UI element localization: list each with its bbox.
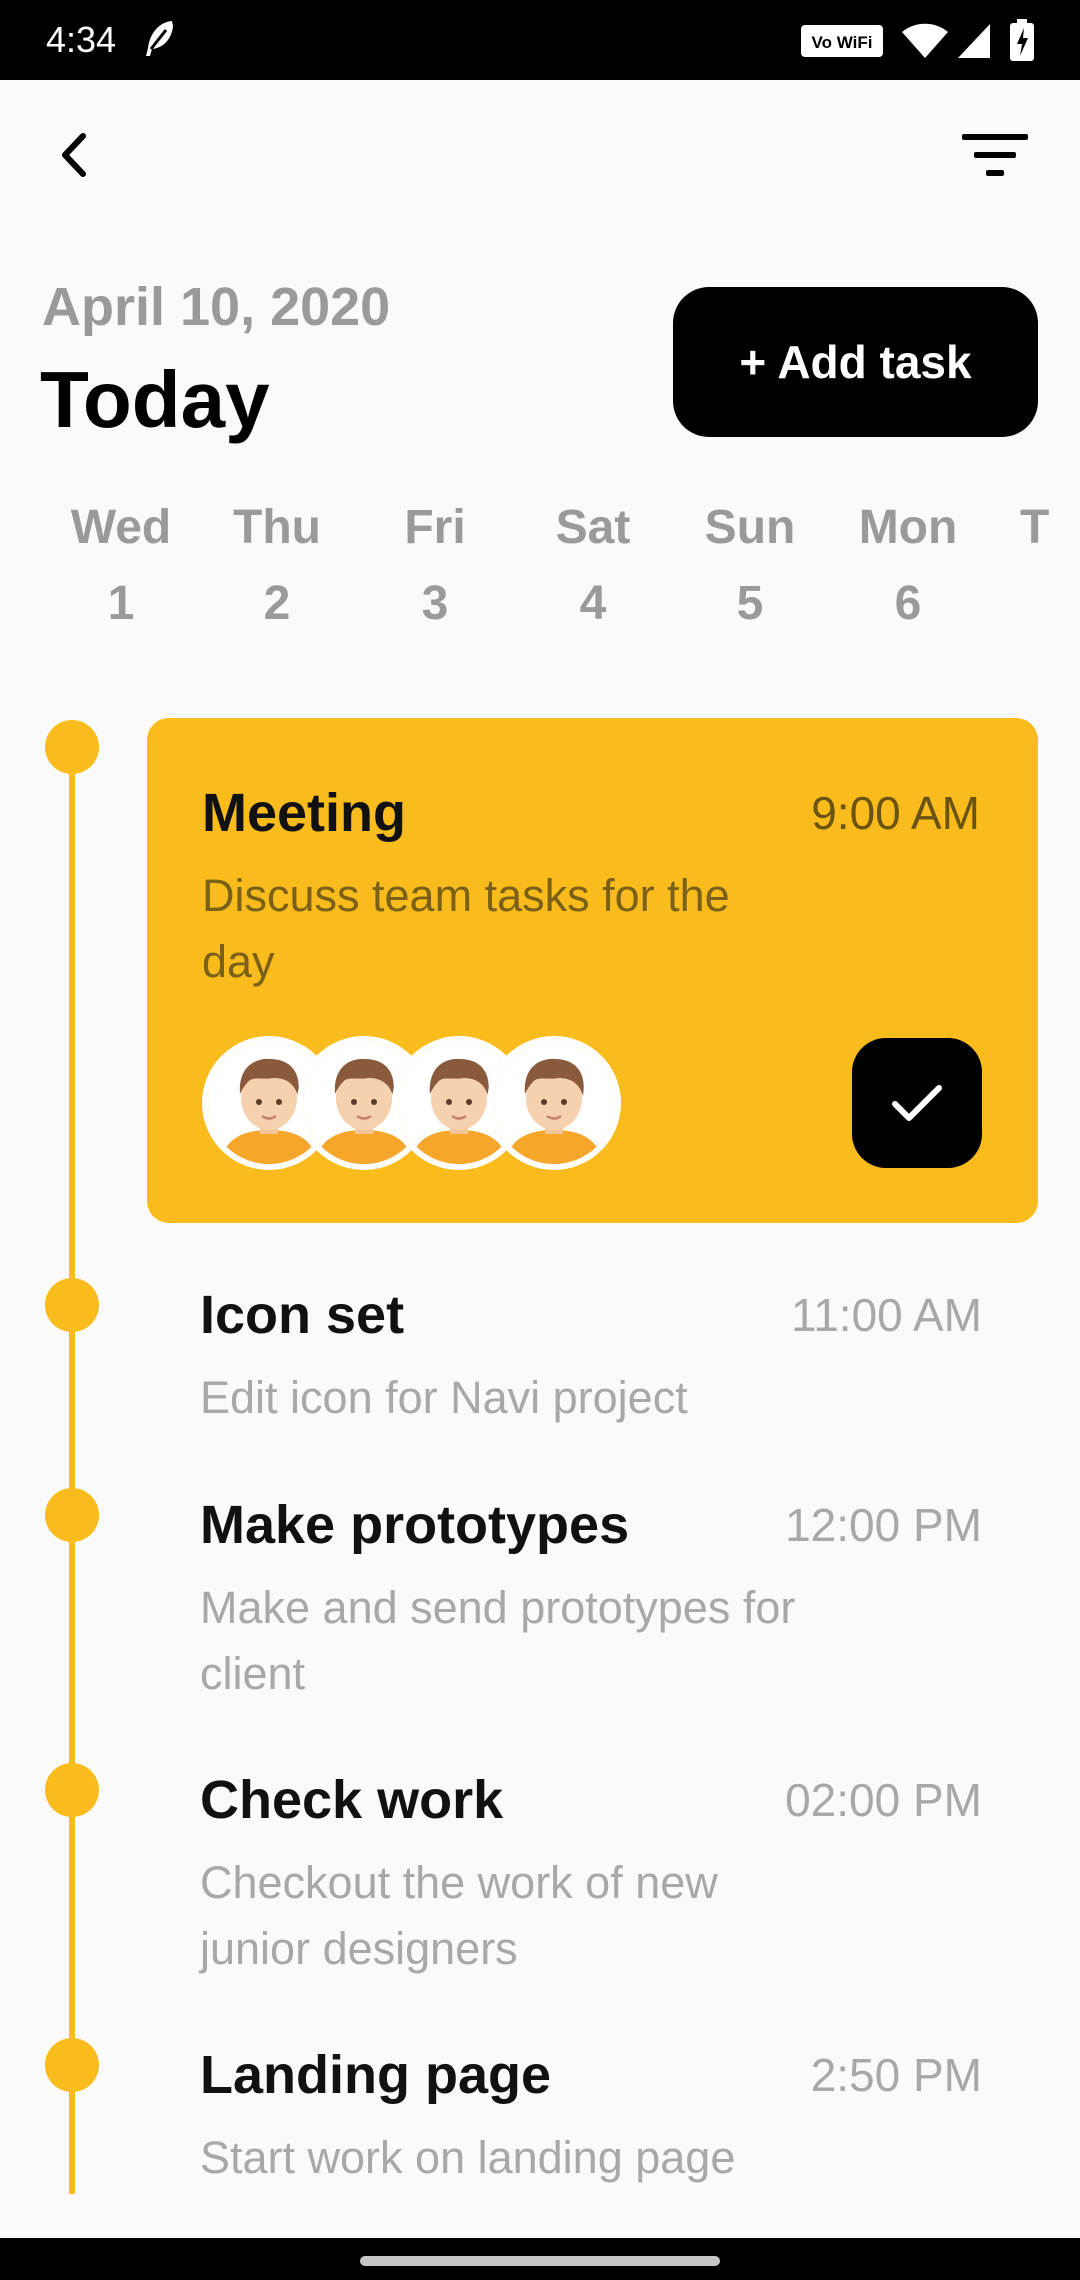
check-icon xyxy=(892,1085,942,1121)
task-title: Meeting xyxy=(202,783,407,843)
day-sat[interactable]: Sat 4 xyxy=(523,490,663,630)
day-number: 5 xyxy=(736,577,764,630)
day-selector: Wed 1 Thu 2 Fri 3 Sat 4 Sun 5 Mon 6 T xyxy=(0,490,1080,630)
back-button[interactable] xyxy=(40,120,110,190)
day-name: Wed xyxy=(70,501,172,554)
task-time: 11:00 AM xyxy=(791,1289,982,1341)
task-item-make-prototypes[interactable]: Make prototypes 12:00 PM Make and send p… xyxy=(200,1492,990,1722)
task-time: 02:00 PM xyxy=(785,1774,982,1826)
task-description: Make and send prototypes for client xyxy=(200,1582,796,1699)
task-title: Check work xyxy=(200,1770,504,1830)
day-wed[interactable]: Wed 1 xyxy=(51,490,191,630)
day-number: 4 xyxy=(579,577,607,630)
filter-icon xyxy=(962,134,1028,176)
task-title: Make prototypes xyxy=(200,1495,630,1555)
day-sun[interactable]: Sun 5 xyxy=(680,490,820,630)
home-gesture-handle[interactable] xyxy=(360,2256,720,2266)
status-bar: 4:34 Vo WiFi xyxy=(0,0,1080,80)
day-tue[interactable]: T xyxy=(1020,490,1080,566)
signal-icon xyxy=(956,22,992,65)
day-thu[interactable]: Thu 2 xyxy=(207,490,347,630)
system-nav-bar xyxy=(0,2238,1080,2280)
mark-done-button[interactable] xyxy=(852,1038,982,1168)
avatar xyxy=(487,1036,621,1170)
timeline-dot xyxy=(45,1278,99,1332)
current-date: April 10, 2020 xyxy=(42,277,391,337)
day-name: Sat xyxy=(555,501,631,554)
timeline-dot xyxy=(45,2038,99,2092)
status-time: 4:34 xyxy=(46,19,117,60)
task-card-meeting[interactable]: Meeting 9:00 AM Discuss team tasks for t… xyxy=(147,718,1038,1223)
task-item-landing-page[interactable]: Landing page 2:50 PM Start work on landi… xyxy=(200,2042,990,2202)
timeline-line xyxy=(69,722,75,2194)
day-name: T xyxy=(1020,501,1050,554)
attendee-avatars xyxy=(202,1036,632,1170)
day-name: Sun xyxy=(704,501,796,554)
task-title: Landing page xyxy=(200,2045,551,2105)
task-item-icon-set[interactable]: Icon set 11:00 AM Edit icon for Navi pro… xyxy=(200,1282,990,1432)
day-name: Thu xyxy=(233,501,321,554)
filter-button[interactable] xyxy=(955,120,1035,190)
day-name: Fri xyxy=(404,501,466,554)
timeline-dot xyxy=(45,1763,99,1817)
task-title: Icon set xyxy=(200,1285,405,1345)
task-item-check-work[interactable]: Check work 02:00 PM Checkout the work of… xyxy=(200,1767,990,1997)
timeline-dot xyxy=(45,1488,99,1542)
feather-icon xyxy=(142,18,178,63)
vowifi-badge-text: Vo WiFi xyxy=(812,33,873,52)
task-description: Start work on landing page xyxy=(200,2132,736,2183)
day-number: 6 xyxy=(894,577,922,630)
task-time: 12:00 PM xyxy=(785,1499,982,1551)
task-time: 9:00 AM xyxy=(811,787,980,839)
task-description: Checkout the work of new junior designer… xyxy=(200,1857,718,1974)
back-chevron-icon xyxy=(62,133,86,177)
timeline-dot xyxy=(45,720,99,774)
task-time: 2:50 PM xyxy=(810,2049,982,2101)
day-name: Mon xyxy=(858,501,958,554)
battery-icon xyxy=(1008,18,1036,67)
day-fri[interactable]: Fri 3 xyxy=(365,490,505,630)
page-title: Today xyxy=(40,355,270,444)
task-description: Discuss team tasks for the day xyxy=(202,870,730,987)
wifi-icon xyxy=(900,22,950,65)
add-task-button[interactable]: + Add task xyxy=(673,287,1038,437)
day-number: 2 xyxy=(263,577,291,630)
day-number: 3 xyxy=(421,577,449,630)
day-mon[interactable]: Mon 6 xyxy=(838,490,978,630)
task-description: Edit icon for Navi project xyxy=(200,1372,688,1423)
app-bar xyxy=(0,80,1080,230)
day-number: 1 xyxy=(107,577,135,630)
vowifi-icon: Vo WiFi xyxy=(800,24,884,63)
